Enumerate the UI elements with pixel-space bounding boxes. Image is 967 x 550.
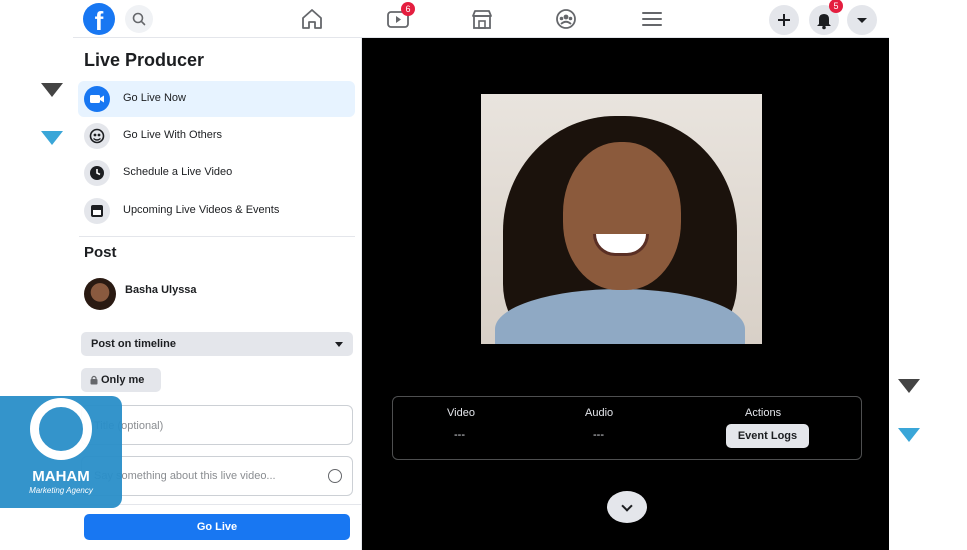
actions-label: Actions bbox=[745, 407, 782, 419]
menu-item-go-live-with-others[interactable]: Go Live With Others bbox=[78, 118, 355, 154]
menu-item-go-live-now[interactable]: Go Live Now bbox=[78, 81, 355, 117]
privacy-button[interactable]: Only me bbox=[81, 368, 161, 392]
post-destination-select[interactable]: Post on timeline bbox=[81, 332, 353, 356]
avatar bbox=[84, 278, 116, 310]
notifications-button[interactable]: 5 bbox=[809, 0, 843, 35]
marketplace-icon bbox=[472, 10, 492, 29]
chevron-down-icon bbox=[621, 500, 633, 512]
live-preview-stage: Video --- Audio --- Actions Event Logs bbox=[362, 38, 889, 550]
post-destination-value: Post on timeline bbox=[91, 338, 176, 350]
decorative-arrow-dark bbox=[898, 379, 920, 393]
groups-icon bbox=[556, 9, 576, 29]
menu-item-schedule-live-video[interactable]: Schedule a Live Video bbox=[78, 155, 355, 191]
sidebar-title: Live Producer bbox=[84, 50, 205, 70]
facebook-logo[interactable]: f bbox=[83, 3, 115, 35]
menu-item-upcoming-live-videos[interactable]: Upcoming Live Videos & Events bbox=[78, 193, 355, 229]
video-camera-icon bbox=[84, 86, 110, 112]
video-value: --- bbox=[454, 429, 465, 441]
account-menu-button[interactable] bbox=[847, 5, 877, 35]
search-button[interactable] bbox=[125, 5, 153, 33]
page: f 6 5 Live Producer Go Live Now Go Live … bbox=[0, 0, 967, 550]
clock-icon bbox=[84, 160, 110, 186]
calendar-icon bbox=[84, 198, 110, 224]
preview-face bbox=[563, 142, 681, 290]
sidebar-divider bbox=[79, 236, 355, 237]
post-section-title: Post bbox=[84, 244, 117, 261]
video-label: Video bbox=[447, 407, 475, 419]
decorative-arrow-dark bbox=[41, 83, 63, 97]
menu-icon bbox=[642, 12, 662, 26]
audio-value: --- bbox=[593, 429, 604, 441]
decorative-arrow-blue bbox=[41, 131, 63, 145]
decorative-arrow-blue bbox=[898, 428, 920, 442]
watch-badge: 6 bbox=[401, 2, 415, 16]
watermark-ring-icon bbox=[30, 398, 92, 460]
lock-icon bbox=[90, 375, 98, 385]
expand-button[interactable] bbox=[607, 491, 647, 523]
plus-icon bbox=[778, 14, 790, 26]
menu-item-label: Upcoming Live Videos & Events bbox=[123, 204, 280, 216]
users-icon bbox=[84, 123, 110, 149]
privacy-label: Only me bbox=[101, 374, 145, 386]
notification-badge: 5 bbox=[829, 0, 843, 13]
watermark-subtitle: Marketing Agency bbox=[29, 486, 93, 495]
menu-tab[interactable] bbox=[639, 7, 665, 31]
home-tab[interactable] bbox=[299, 7, 325, 31]
user-name: Basha Ulyssa bbox=[125, 284, 197, 296]
top-navbar: f 6 5 bbox=[73, 0, 889, 38]
create-button[interactable] bbox=[769, 5, 799, 35]
watermark-logo: MAHAM Marketing Agency bbox=[0, 396, 122, 508]
caret-down-icon bbox=[335, 342, 343, 347]
audio-label: Audio bbox=[585, 407, 614, 419]
watermark-title: MAHAM bbox=[32, 468, 90, 485]
camera-preview bbox=[481, 94, 762, 344]
marketplace-tab[interactable] bbox=[469, 7, 495, 31]
emoji-icon[interactable] bbox=[328, 469, 342, 483]
event-logs-button[interactable]: Event Logs bbox=[726, 424, 809, 448]
go-live-button[interactable]: Go Live bbox=[84, 514, 350, 540]
groups-tab[interactable] bbox=[553, 7, 579, 31]
stream-health-panel: Video --- Audio --- Actions Event Logs bbox=[392, 396, 862, 460]
home-icon bbox=[302, 9, 322, 29]
menu-item-label: Go Live Now bbox=[123, 92, 186, 104]
watch-tab[interactable]: 6 bbox=[385, 2, 415, 31]
search-icon bbox=[132, 12, 146, 26]
menu-item-label: Go Live With Others bbox=[123, 129, 223, 141]
chevron-down-icon bbox=[857, 18, 867, 23]
menu-item-label: Schedule a Live Video bbox=[123, 166, 233, 178]
